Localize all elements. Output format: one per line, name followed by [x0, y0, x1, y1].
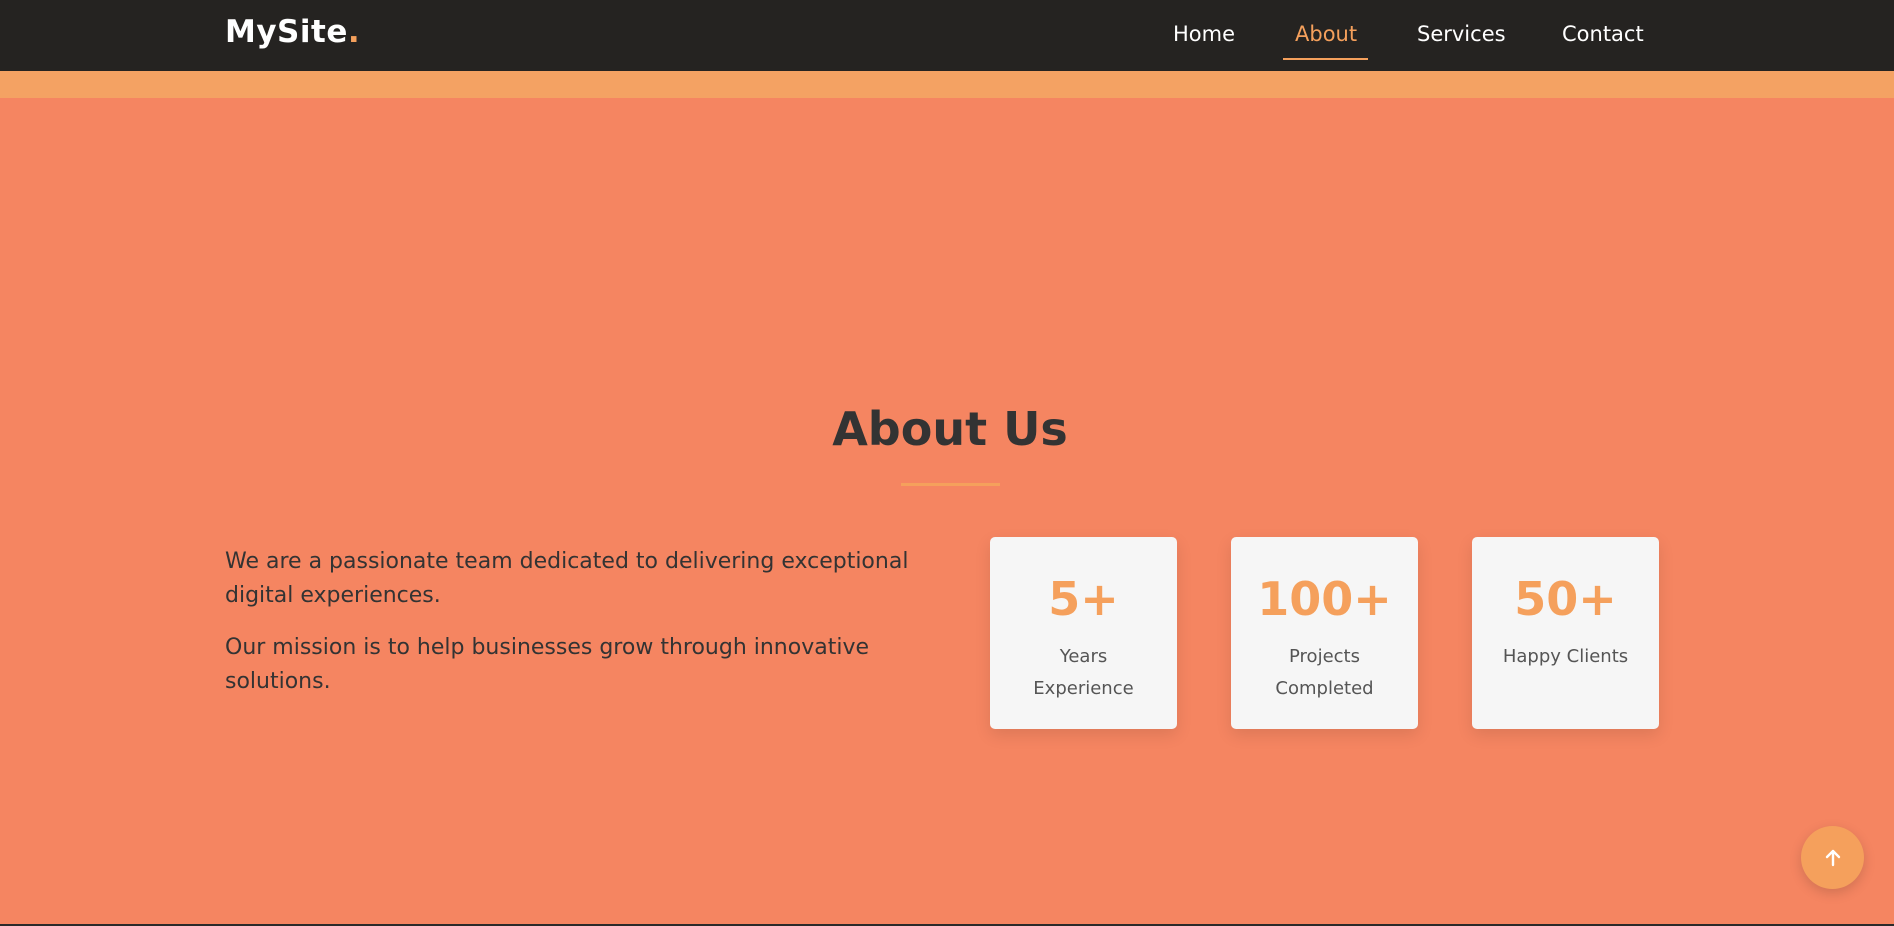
stat-label: Happy Clients: [1502, 646, 1629, 667]
stat-value: 50+: [1514, 572, 1617, 626]
nav-link-services[interactable]: Services: [1417, 22, 1506, 46]
arrow-up-icon: [1825, 849, 1840, 866]
section-title: About Us: [832, 402, 1068, 456]
nav-link-about[interactable]: About: [1295, 22, 1357, 46]
active-nav-indicator: [1283, 58, 1368, 60]
stat-card-clients: 50+ Happy Clients: [1472, 537, 1659, 729]
stat-label: Years Experience: [1033, 646, 1134, 699]
nav-link-contact[interactable]: Contact: [1562, 22, 1644, 46]
logo-text: MySite: [225, 14, 348, 50]
stat-card-projects: 100+ Projects Completed: [1231, 537, 1418, 729]
title-underline: [901, 483, 1000, 486]
logo-dot: .: [347, 14, 361, 50]
accent-strip: [0, 71, 1894, 98]
scroll-to-top-button[interactable]: [1801, 826, 1864, 889]
about-text: We are a passionate team dedicated to de…: [225, 545, 925, 717]
navbar: MySite. Home About Services Contact: [0, 0, 1894, 71]
stat-card-years: 5+ Years Experience: [990, 537, 1177, 729]
about-paragraph: We are a passionate team dedicated to de…: [225, 549, 909, 608]
about-paragraph: Our mission is to help businesses grow t…: [225, 635, 870, 694]
site-logo[interactable]: MySite.: [225, 14, 360, 50]
nav-link-home[interactable]: Home: [1173, 22, 1235, 46]
stat-value: 100+: [1257, 572, 1392, 626]
stat-value: 5+: [1048, 572, 1119, 626]
stat-label: Projects Completed: [1275, 646, 1374, 699]
